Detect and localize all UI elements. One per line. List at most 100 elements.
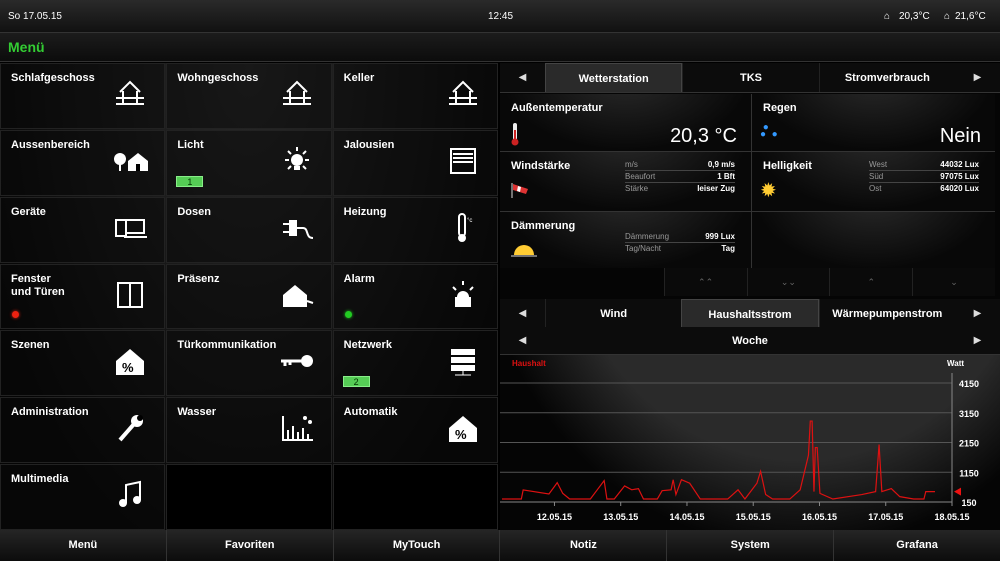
tile-netzwerk[interactable]: Netzwerk 2 [332,330,498,397]
tile-label: Licht [177,138,204,151]
status-led [344,311,352,319]
page-down-button[interactable]: ⌄⌄ [747,268,830,296]
tile-fenster-und-türen[interactable]: Fenster und Türen [0,263,166,330]
page-up-button[interactable]: ⌃⌃ [664,268,747,296]
tile-türkommunikation[interactable]: Türkommunikation [166,330,332,397]
presence-icon [282,284,313,307]
chart-tab-next-button[interactable]: ▶ [955,299,1000,328]
house-percent-icon: % [448,416,477,443]
tile-automatik[interactable]: Automatik% [332,397,498,464]
empty-cell [752,212,995,270]
tab-haushaltsstrom[interactable]: Haushaltsstrom [681,299,819,328]
tab-wind[interactable]: Wind [545,299,681,328]
count-badge: 2 [342,376,370,388]
tile-szenen[interactable]: Szenen% [0,330,166,397]
tile-geräte[interactable]: Geräte [0,196,166,263]
tab-stromverbrauch[interactable]: Stromverbrauch [818,63,955,92]
row-key: Süd [869,172,884,181]
y-tick-label: 150 [961,498,976,508]
page-title: Menü [8,39,45,55]
tile-label: Automatik [343,406,398,419]
nav-grafana[interactable]: Grafana [834,530,1000,561]
tile-label: Geräte [11,205,46,218]
nav-menu[interactable]: Menü [0,530,166,561]
row-key: Tag/Nacht [625,244,662,253]
row-key: m/s [625,160,638,169]
scroll-up-button[interactable]: ⌃ [830,268,913,296]
dusk-title: Dämmerung [511,220,576,232]
tile-multimedia[interactable]: Multimedia [0,464,166,530]
row-value: 64020 Lux [940,184,979,193]
tab-tks[interactable]: TKS [682,63,818,92]
row-key: West [869,160,888,169]
indoor-icon: ⌂ [944,11,951,22]
tile-alarm[interactable]: Alarm [332,263,498,330]
count-badge: 1 [176,175,204,187]
tile-wohngeschoss[interactable]: Wohngeschoss [166,63,332,129]
tile-label: Präsenz [177,272,220,285]
period-label: Woche [732,335,768,347]
tab-waermepumpenstrom[interactable]: Wärmepumpenstrom [818,299,955,328]
nav-mytouch[interactable]: MyTouch [333,530,500,561]
rain-value: Nein [939,125,981,147]
tile-administration[interactable]: Administration [0,397,166,464]
date: So 17.05.15 [8,11,62,22]
tile-licht[interactable]: Licht 1 [166,129,332,196]
outdoor-icon: ⌂ [884,11,891,22]
chart-tab-bar: ◀ Wind Haushaltsstrom Wärmepumpenstrom ▶ [500,299,1000,329]
wind-row: m/s 0,9 m/s [625,160,735,171]
svg-text:%: % [455,427,467,442]
tile-schlafgeschoss[interactable]: Schlafgeschoss [0,63,166,129]
chart-tab-prev-button[interactable]: ◀ [500,299,545,328]
empty-tile [332,464,498,530]
tile-label: Netzwerk [343,339,392,352]
row-value: 0,9 m/s [707,160,735,169]
weather-grid: Außentemperatur 20,3 °C Regen ● ● ● Nein … [500,94,995,270]
house-floor-icon [116,80,145,105]
tile-präsenz[interactable]: Präsenz [166,263,332,330]
tile-keller[interactable]: Keller [332,63,498,129]
tile-jalousien[interactable]: Jalousien [332,129,498,196]
wind-table: m/s 0,9 m/s Beaufort 1 Bft Stärke leiser Zu… [625,160,735,196]
current-value-marker [954,487,961,496]
rain-title: Regen [763,102,797,114]
period-next-button[interactable]: ▶ [955,327,1000,354]
temperature-cell: Außentemperatur 20,3 °C [500,94,751,151]
wind-cell: Windstärke m/s 0,9 m/s Beaufort 1 Bft Stär… [500,152,751,211]
tile-label: Administration [11,406,89,419]
tile-heizung[interactable]: Heizung °c [332,196,498,263]
dusk-cell: Dämmerung Dämmerung 999 Lux Tag/Nacht Tag [500,212,751,270]
status-led [12,311,19,319]
empty-tile [166,464,332,530]
brightness-table: West 44032 Lux Süd 97075 Lux Ost 64020 Lux [869,160,979,196]
period-prev-button[interactable]: ◀ [500,327,545,354]
dusk-row: Tag/Nacht Tag [625,244,735,255]
tile-label: Szenen [11,339,50,352]
tile-label: Multimedia [11,473,69,486]
row-value: 1 Bft [717,172,735,181]
sunset-icon [511,245,537,257]
tab-prev-button[interactable]: ◀ [500,63,545,92]
scroll-nav: ⌃⌃ ⌄⌄ ⌃ ⌄ [500,268,995,296]
house-floor-icon [282,80,311,105]
brightness-row: Süd 97075 Lux [869,172,979,183]
tile-dosen[interactable]: Dosen [166,196,332,263]
tile-wasser[interactable]: Wasser [166,397,332,464]
scroll-down-button[interactable]: ⌄ [913,268,995,296]
nav-favoriten[interactable]: Favoriten [166,530,333,561]
nav-notiz[interactable]: Notiz [500,530,667,561]
tab-wetterstation[interactable]: Wetterstation [545,63,683,92]
garden-icon [114,152,149,171]
tab-next-button[interactable]: ▶ [955,63,1000,92]
wind-row: Stärke leiser Zug [625,184,735,195]
music-icon [119,480,142,508]
tile-label: Wohngeschoss [177,72,259,84]
tile-aussenbereich[interactable]: Aussenbereich [0,129,166,196]
tile-label: Alarm [343,272,375,285]
row-value: 999 Lux [705,232,735,241]
plug-icon [282,219,313,239]
house-floor-icon [448,80,477,105]
svg-text:%: % [122,360,134,375]
tile-label: Fenster und Türen [11,272,65,298]
nav-system[interactable]: System [667,530,834,561]
